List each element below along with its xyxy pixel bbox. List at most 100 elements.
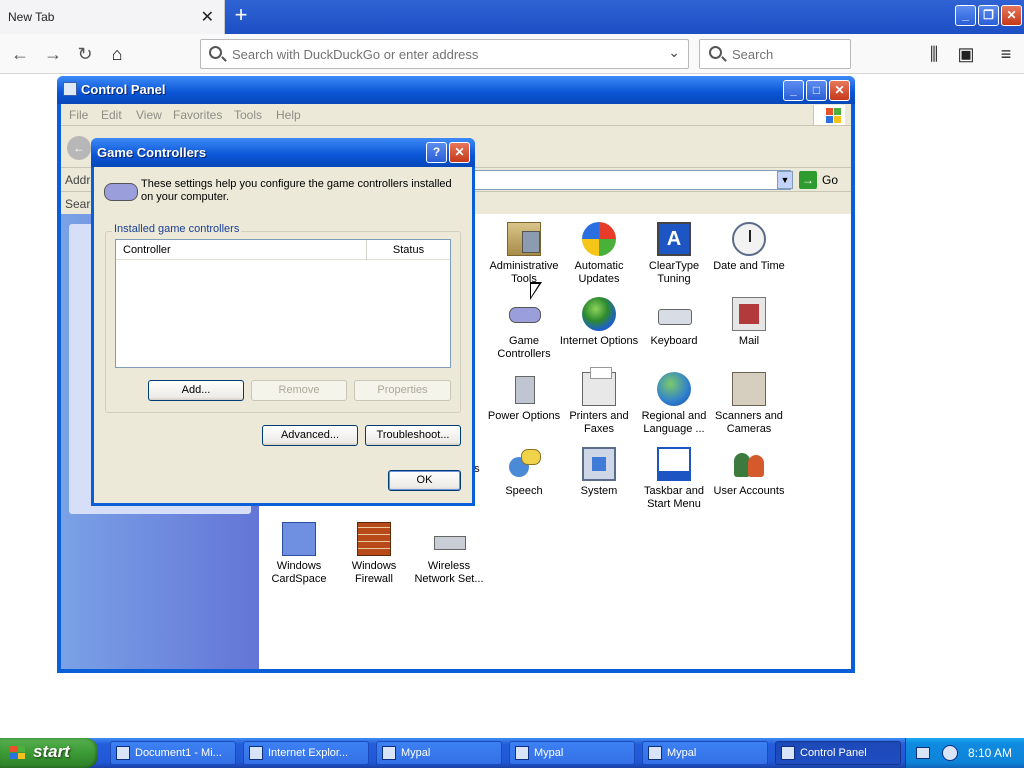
go-arrow-icon[interactable]: → <box>799 171 817 189</box>
regional-icon <box>657 372 691 406</box>
chevron-down-icon[interactable]: ⌄ <box>668 44 680 61</box>
add-button[interactable]: Add... <box>148 380 244 401</box>
cp-item-administrative-tools[interactable]: Administrative Tools <box>484 222 564 286</box>
control-panel-icon <box>63 82 77 96</box>
taskbar-item-control-panel[interactable]: Control Panel <box>775 741 901 765</box>
cp-item-internet-options[interactable]: Internet Options <box>559 297 639 348</box>
cp-item-label: Scanners and Cameras <box>715 410 783 435</box>
cardspace-icon <box>282 522 316 556</box>
forward-arrow-icon[interactable]: → <box>39 40 67 68</box>
taskbar-item-label: Control Panel <box>800 747 867 759</box>
minimize-icon[interactable]: _ <box>955 5 976 26</box>
control-panel-titlebar[interactable]: Control Panel _ □ ✕ <box>57 76 855 104</box>
taskbar-item-mypal-3[interactable]: Mypal <box>642 741 768 765</box>
close-icon[interactable]: ✕ <box>449 142 470 163</box>
column-controller[interactable]: Controller <box>116 240 367 260</box>
home-icon[interactable]: ⌂ <box>103 40 131 68</box>
address-bar[interactable]: Search with DuckDuckGo or enter address … <box>200 39 689 69</box>
language-tray-icon[interactable] <box>942 745 958 761</box>
cp-item-system[interactable]: System <box>559 447 639 498</box>
cp-item-date-and-time[interactable]: Date and Time <box>709 222 789 273</box>
help-icon[interactable]: ? <box>426 142 447 163</box>
game-controller-icon <box>104 179 138 201</box>
menu-favorites[interactable]: Favorites <box>173 108 222 122</box>
advanced-button[interactable]: Advanced... <box>262 425 358 446</box>
cp-item-wireless-network-setup[interactable]: Wireless Network Set... <box>409 522 489 586</box>
cp-item-automatic-updates[interactable]: Automatic Updates <box>559 222 639 286</box>
cp-item-keyboard[interactable]: Keyboard <box>634 297 714 348</box>
menu-hamburger-icon[interactable]: ≡ <box>992 40 1020 68</box>
menu-edit[interactable]: Edit <box>101 108 122 122</box>
windows-flag-icon <box>813 105 845 125</box>
cp-item-label: Administrative Tools <box>489 260 559 285</box>
cleartype-icon: A <box>657 222 691 256</box>
cp-item-label: Date and Time <box>713 260 785 272</box>
browser-navbar: ← → ↻ ⌂ Search with DuckDuckGo or enter … <box>0 34 1024 74</box>
column-status[interactable]: Status <box>367 240 450 260</box>
search-box[interactable]: Search <box>699 39 851 69</box>
wireless-icon <box>432 522 466 556</box>
cp-item-regional-and-language[interactable]: Regional and Language ... <box>634 372 714 436</box>
start-button[interactable]: start <box>0 738 98 768</box>
cp-item-label: Windows CardSpace <box>271 560 327 585</box>
address-dropdown-icon[interactable]: ▼ <box>777 171 793 189</box>
sidebar-icon[interactable]: ▣ <box>952 40 980 68</box>
taskbar-item-document1[interactable]: Document1 - Mi... <box>110 741 236 765</box>
cp-item-label: Game Controllers <box>497 335 551 360</box>
keyboard-tray-icon[interactable] <box>916 747 930 759</box>
dialog-titlebar[interactable]: Game Controllers ? ✕ <box>91 138 475 167</box>
restore-icon[interactable]: ❐ <box>978 5 999 26</box>
menu-view[interactable]: View <box>136 108 162 122</box>
control-panel-title: Control Panel <box>81 82 166 97</box>
dialog-intro-text: These settings help you configure the ga… <box>141 178 452 203</box>
menu-file[interactable]: File <box>69 108 88 122</box>
reload-icon[interactable]: ↻ <box>71 40 99 68</box>
tab-new-tab[interactable]: New Tab ✕ <box>0 0 225 34</box>
cp-item-speech[interactable]: Speech <box>484 447 564 498</box>
cp-item-game-controllers[interactable]: Game Controllers <box>484 297 564 361</box>
maximize-icon[interactable]: □ <box>806 80 827 101</box>
remove-button[interactable]: Remove <box>251 380 347 401</box>
minimize-icon[interactable]: _ <box>783 80 804 101</box>
close-icon[interactable]: ✕ <box>1001 5 1022 26</box>
taskbar-item-internet-explorer[interactable]: Internet Explor... <box>243 741 369 765</box>
cp-item-label: Regional and Language ... <box>641 410 707 435</box>
cp-item-windows-cardspace[interactable]: Windows CardSpace <box>259 522 339 586</box>
troubleshoot-button[interactable]: Troubleshoot... <box>365 425 461 446</box>
clock[interactable]: 8:10 AM <box>968 746 1012 760</box>
menu-tools[interactable]: Tools <box>234 108 262 122</box>
cp-item-cleartype-tuning[interactable]: A ClearType Tuning <box>634 222 714 286</box>
close-icon[interactable]: ✕ <box>829 80 850 101</box>
properties-button[interactable]: Properties <box>354 380 451 401</box>
cp-item-label: Automatic Updates <box>574 260 624 285</box>
cp-item-windows-firewall[interactable]: Windows Firewall <box>334 522 414 586</box>
ok-button[interactable]: OK <box>388 470 461 491</box>
search-icon <box>709 46 722 59</box>
taskbar-item-mypal-1[interactable]: Mypal <box>376 741 502 765</box>
cp-item-label: Taskbar and Start Menu <box>644 485 704 510</box>
taskbar-icon <box>657 447 691 481</box>
cp-item-taskbar-and-start-menu[interactable]: Taskbar and Start Menu <box>634 447 714 511</box>
tab-close-icon[interactable]: ✕ <box>201 7 214 27</box>
date-time-icon <box>732 222 766 256</box>
back-arrow-icon[interactable]: ← <box>6 40 34 68</box>
taskbar-item-label: Mypal <box>534 747 564 759</box>
cp-item-scanners-and-cameras[interactable]: Scanners and Cameras <box>709 372 789 436</box>
new-tab-plus-icon[interactable]: + <box>230 4 252 28</box>
cp-item-power-options[interactable]: Power Options <box>484 372 564 423</box>
go-button[interactable]: Go <box>822 173 838 187</box>
mypal-icon <box>382 746 396 760</box>
menu-help[interactable]: Help <box>276 108 301 122</box>
library-icon[interactable]: ⫼ <box>920 40 948 68</box>
internet-options-icon <box>582 297 616 331</box>
controllers-list[interactable]: Controller Status <box>115 239 451 368</box>
start-label: start <box>33 742 70 761</box>
cp-item-printers-and-faxes[interactable]: Printers and Faxes <box>559 367 639 436</box>
taskbar-item-mypal-2[interactable]: Mypal <box>509 741 635 765</box>
back-icon[interactable]: ← <box>67 136 91 160</box>
mypal-icon <box>648 746 662 760</box>
cp-item-user-accounts[interactable]: User Accounts <box>709 447 789 498</box>
system-tray: 8:10 AM <box>905 738 1024 768</box>
cp-item-mail[interactable]: Mail <box>709 297 789 348</box>
cp-item-label: ClearType Tuning <box>648 260 700 285</box>
